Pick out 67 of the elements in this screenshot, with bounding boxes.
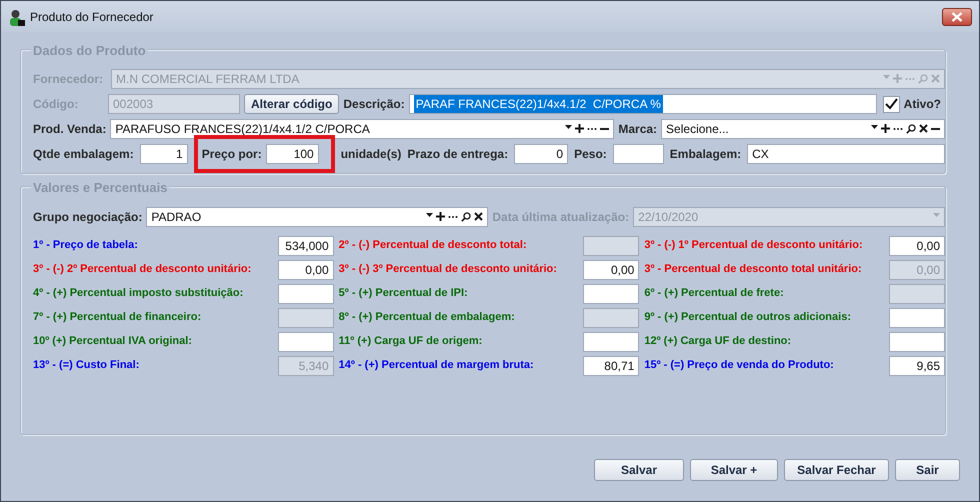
field-label: 3º - (-) 1º Percentual de desconto unitário: [644, 238, 864, 254]
add-icon[interactable] [436, 212, 446, 222]
field-label: Qtde embalagem: [33, 146, 134, 164]
field-label: 14º - (+) Percentual de margem bruta: [338, 358, 535, 374]
field-label: Prod. Venda: [33, 121, 106, 138]
input-field[interactable] [889, 308, 945, 328]
field-label: 1º - Preço de tabela: [33, 238, 139, 254]
field-label: 7º - (+) Percentual de financeiro: [33, 310, 202, 326]
field-label: Prazo de entrega: [407, 146, 508, 164]
alterar-codigo-button[interactable]: Alterar código [244, 94, 340, 114]
field-label: Grupo negociação: [33, 208, 142, 226]
field-label: 3º - Percentual de desconto total unitário: [644, 262, 863, 278]
close-button[interactable] [942, 8, 972, 26]
field-label: 9º - (+) Percentual de outros adicionais: [644, 310, 852, 326]
action-button[interactable]: Salvar [594, 459, 684, 481]
action-button[interactable]: Salvar Fechar [784, 459, 889, 481]
field-label: 13º - (=) Custo Final: [33, 358, 140, 374]
action-button[interactable]: Salvar + [690, 459, 778, 481]
unit-label: unidade(s) [340, 146, 402, 164]
combo-box[interactable]: PARAFUSO FRANCES(22)1/4x4.1/2 C/PORCA [110, 119, 614, 140]
close-icon [951, 12, 963, 22]
field-label: 12º (+) Carga UF de destino: [644, 334, 792, 350]
input-field[interactable] [612, 144, 664, 164]
checkbox-label: Ativo? [904, 96, 941, 114]
field-label: Preço por: [202, 146, 262, 164]
clear-icon[interactable] [474, 212, 484, 222]
field-label: 15º - (=) Preço de venda do Produto: [644, 358, 835, 374]
input-field[interactable] [889, 332, 945, 352]
input-field[interactable]: 0 [514, 144, 568, 164]
app-icon [8, 8, 26, 26]
field-label: 8º - (+) Percentual de embalagem: [338, 310, 516, 326]
field-label: 10º (+) Percentual IVA original: [33, 334, 193, 350]
clear-icon[interactable] [919, 124, 928, 134]
checkbox[interactable] [882, 96, 900, 113]
input-field[interactable]: CX [747, 144, 945, 164]
input-field[interactable]: 0,00 [278, 260, 334, 280]
field-label: Embalagem: [670, 146, 742, 164]
window-title: Produto do Fornecedor [30, 8, 154, 26]
search-icon[interactable] [461, 212, 472, 222]
input-field[interactable]: 80,71 [583, 356, 640, 376]
input-field[interactable]: 9,65 [889, 356, 945, 376]
field-label: 2º - (-) Percentual de desconto total: [338, 238, 528, 254]
input-field[interactable]: 1 [140, 144, 188, 164]
field-label: Marca: [618, 121, 658, 138]
search-icon[interactable] [906, 124, 916, 134]
field-label: Descrição: [343, 96, 405, 114]
field-label: 3º - (-) 3º Percentual de desconto unitário: [338, 262, 558, 278]
field-label: 3º - (-) 2º Percentual de desconto unitário: [33, 262, 252, 278]
field-label: 5º - (+) Percentual de IPI: [338, 286, 469, 302]
input-field[interactable] [583, 332, 640, 352]
input-field[interactable]: PARAF FRANCES(22)1/4x4.1/2 C/PORCA % [408, 94, 877, 114]
input-field[interactable]: 0,00 [889, 236, 945, 256]
combo-box[interactable]: Selecione... [661, 119, 945, 140]
action-button[interactable]: Sair [895, 459, 960, 481]
input-field[interactable]: 100 [266, 144, 319, 164]
combo-box[interactable]: PADRAO [146, 206, 488, 226]
field-label: 11º (+) Carga UF de origem: [338, 334, 484, 350]
input-field[interactable] [278, 284, 334, 304]
input-field[interactable] [278, 332, 334, 352]
add-icon[interactable] [575, 124, 584, 134]
add-icon[interactable] [881, 124, 890, 134]
field-label: 6º - (+) Percentual de frete: [644, 286, 785, 302]
input-field[interactable] [583, 284, 640, 304]
input-field[interactable]: 0,00 [583, 260, 640, 280]
field-label: 4º - (+) Percentual imposto substituição: [33, 286, 244, 302]
field-label: Peso: [574, 146, 607, 164]
input-field[interactable]: 534,000 [278, 236, 334, 256]
